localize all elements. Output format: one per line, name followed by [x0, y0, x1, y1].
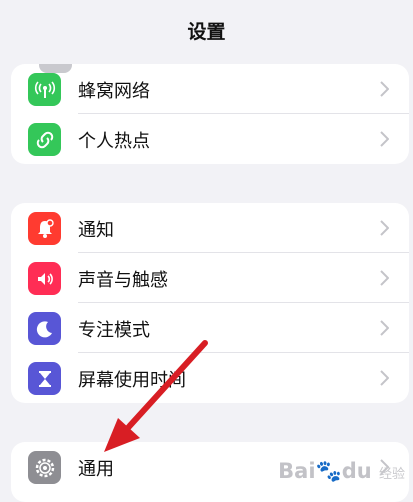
baidu-watermark: Bai🐾du 经验 [278, 459, 405, 484]
watermark-brand-suffix: du [341, 459, 372, 483]
watermark-brand: Bai [278, 459, 316, 483]
annotation-arrow [104, 340, 208, 452]
watermark-sub: 经验 [378, 467, 405, 482]
paw-icon: 🐾 [315, 459, 342, 483]
